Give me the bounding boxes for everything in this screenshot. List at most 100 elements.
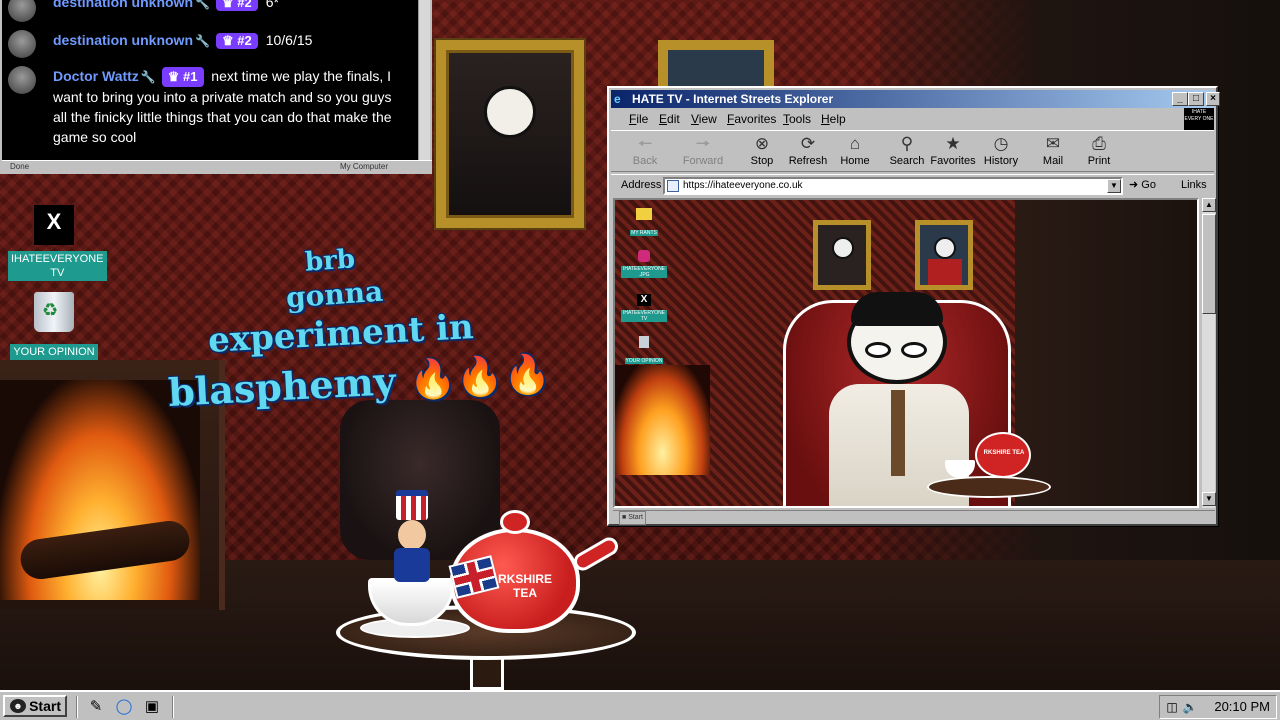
inner-icon-label: IHATEEVERYONE TV [621,310,667,322]
menu-file[interactable]: File [629,110,648,128]
wrench-icon: 🔧 [140,70,156,84]
print-icon: ⎙ [1092,134,1106,153]
scene-portrait-2 [915,220,973,290]
chat-username[interactable]: Doctor Wattz [53,68,139,84]
desktop-icon-label: IHATEEVERYONE TV [8,251,107,281]
character-hair [851,292,943,326]
desktop-icon-your-opinion[interactable]: YOUR OPINION [8,292,100,360]
inner-icon-label: YOUR OPINION [624,358,664,364]
figure-body [394,548,430,582]
favorites-button[interactable]: ★ Favorites [929,133,977,171]
chat-text: 10/6/15 [265,32,313,48]
go-button[interactable]: ➜ Go [1129,175,1156,195]
address-bar: Address https://ihateeveryone.co.uk ▼ ➜ … [611,174,1214,211]
inner-icon-label: MY RANTS [630,230,658,236]
chat-message: destination unknown 🔧 ♛ #2 10/6/15 [2,30,422,58]
character-tie [891,390,905,476]
rank-badge: ♛ #2 [215,0,258,11]
brb-line-2: gonna [284,274,385,315]
forward-button[interactable]: 🠖 Forward [679,133,727,171]
network-icon[interactable]: ◫ [1164,699,1180,715]
chat-username[interactable]: destination unknown [53,0,193,10]
title-bar[interactable]: e HATE TV - Internet Streets Explorer _ □… [611,90,1220,108]
start-logo-icon: ☻ [10,699,26,713]
portrait-painting-2 [658,40,774,90]
scene-tea-label: RKSHIRE TEA [983,450,1025,456]
volume-icon[interactable]: 🔈 [1182,699,1198,715]
print-button[interactable]: ⎙ Print [1075,133,1123,171]
inner-icon-instagram[interactable]: IHATEEVERYONE .JPG [621,250,667,281]
ie-logo-icon: e [614,92,621,106]
page-viewport[interactable]: RKSHIRE TEA MY RANTS IHATEEVERYONE .JPG … [613,198,1199,508]
notepad-icon[interactable]: ✎ [86,697,106,717]
history-button[interactable]: ◷ History [977,133,1025,171]
status-zone: My Computer [340,162,389,171]
chat-scrollbar[interactable] [418,0,430,160]
search-button[interactable]: ⚲ Search [883,133,931,171]
inner-icon-label: IHATEEVERYONE .JPG [621,266,667,278]
back-button[interactable]: 🠔 Back [621,133,669,171]
browser-window[interactable]: e HATE TV - Internet Streets Explorer _ □… [607,86,1220,526]
taskbar-divider [76,696,78,718]
avatar [8,30,36,58]
avatar [8,0,36,22]
chat-username[interactable]: destination unknown [53,32,193,48]
taskbar-divider [172,696,174,718]
url-field[interactable]: https://ihateeveryone.co.uk ▼ [663,177,1123,195]
page-icon [667,180,679,192]
x-logo-icon: X [637,294,651,306]
home-button[interactable]: ⌂ Home [831,133,879,171]
stop-button[interactable]: ⊗ Stop [738,133,786,171]
menu-favorites[interactable]: Favorites [727,110,776,128]
menu-view[interactable]: View [691,110,717,128]
clock[interactable]: 20:10 PM [1214,696,1270,718]
scroll-up-arrow-icon[interactable]: ▲ [1202,198,1216,212]
chat-message: destination unknown 🔧 ♛ #2 6* [2,0,422,22]
character-eyes [865,342,929,358]
inner-icon-your-opinion[interactable]: YOUR OPINION [621,336,667,367]
rank-badge: ♛ #2 [215,33,258,49]
scroll-thumb[interactable] [1202,214,1216,314]
portrait-painting [436,40,584,228]
taskbar: ☻ Start ✎ ◯ ▣ ◫ 🔈 20:10 PM [0,690,1280,720]
inner-icon-my-rants[interactable]: MY RANTS [621,208,667,239]
inner-taskbar: ■ Start [613,510,1215,525]
chat-messages: destination unknown 🔧 ♛ #2 6* destination u… [2,0,422,160]
menu-edit[interactable]: Edit [659,110,680,128]
menu-tools[interactable]: Tools [783,110,811,128]
mail-button[interactable]: ✉ Mail [1029,133,1077,171]
close-button[interactable]: × [1206,92,1220,106]
desktop-icon-ihateeveryone-tv[interactable]: X IHATEEVERYONE TV [8,205,107,281]
inner-icon-ihateeveryone-tv[interactable]: X IHATEEVERYONE TV [621,294,667,325]
stop-icon: ⊗ [754,134,770,153]
chat-message: Doctor Wattz 🔧 ♛ #1 next time we play the … [2,66,422,150]
refresh-icon: ⟳ [800,134,816,153]
minimize-button[interactable]: _ [1172,92,1188,106]
avatar [8,66,36,94]
instagram-icon [638,250,650,262]
chat-window: destination unknown 🔧 ♛ #2 6* destination u… [0,0,432,174]
start-button[interactable]: ☻ Start [3,695,67,717]
mail-icon: ✉ [1045,134,1061,153]
desktop-icon-label: YOUR OPINION [10,344,98,360]
scroll-down-arrow-icon[interactable]: ▼ [1202,492,1216,506]
inner-start-button[interactable]: ■ Start [619,511,646,525]
show-desktop-icon[interactable]: ▣ [142,697,162,717]
rank-badge: ♛ #1 [161,67,204,87]
refresh-button[interactable]: ⟳ Refresh [784,133,832,171]
top-hat [396,490,428,520]
scene-fireplace [615,365,710,475]
menu-help[interactable]: Help [821,110,846,128]
portrait-face [484,86,536,138]
chevron-down-icon[interactable]: ▼ [1107,179,1121,193]
scene-side-table [927,476,1051,498]
figure-face [398,520,426,550]
wrench-icon: 🔧 [195,34,210,48]
chat-message-body: Doctor Wattz 🔧 ♛ #1 next time we play the … [53,66,393,147]
internet-explorer-icon[interactable]: ◯ [114,697,134,717]
vertical-scrollbar[interactable]: ▲ ▼ [1201,198,1216,508]
scene-portrait [813,220,871,290]
brb-line-1: brb [304,244,357,278]
portrait-coat [928,259,962,285]
maximize-button[interactable]: □ [1188,92,1204,106]
